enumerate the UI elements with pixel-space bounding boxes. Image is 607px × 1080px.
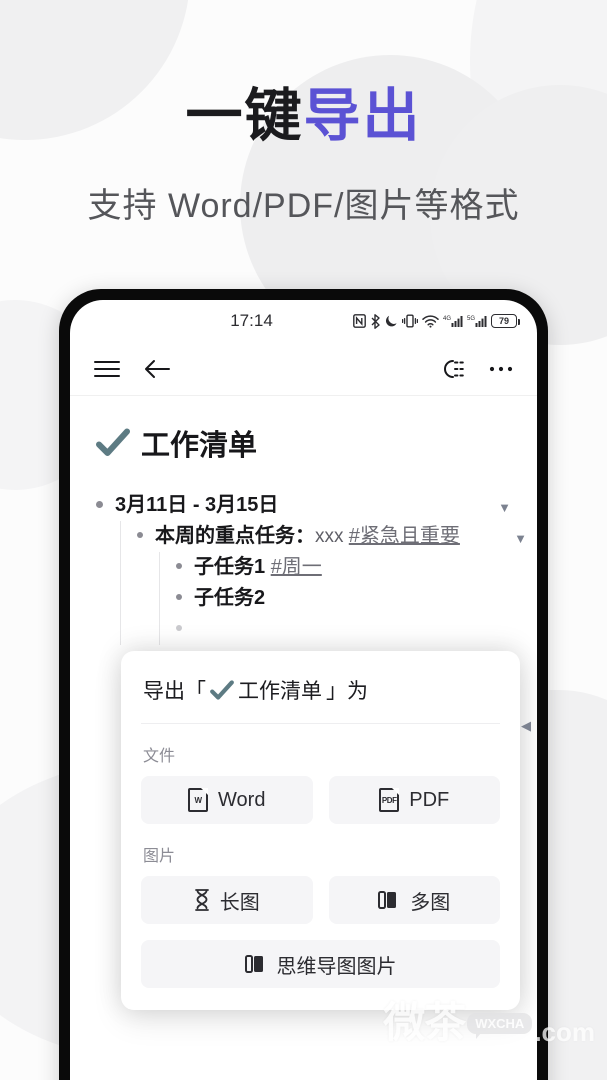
dialog-title-suffix: 」为 [326,680,368,703]
phone-screen: 17:14 4G 5G 79 工作清单 3月11日 - 3月15日 ▼ 本周的重… [70,300,537,1080]
export-mindmap-image-button[interactable]: 思维导图图片 [141,940,500,988]
do-not-disturb-moon-icon [385,315,397,327]
list-item[interactable]: 子任务1 #周一 [176,552,511,583]
section-label-files: 文件 [143,748,176,765]
status-bar-icons: 4G 5G 79 [353,313,520,329]
back-arrow-icon[interactable] [144,358,170,380]
mindmap-outline-icon[interactable] [441,358,467,380]
multi-image-icon [378,891,397,909]
pdf-icon-letters: PDF [381,795,397,805]
mindmap-image-icon [244,955,263,973]
export-long-image-button[interactable]: 长图 [141,876,313,924]
list-item: 本周的重点任务：xxx #紧急且重要 [137,521,511,552]
svg-text:4G: 4G [443,316,451,322]
image-export-buttons: 长图 多图 [141,876,500,924]
hero-subline: 支持 Word/PDF/图片等格式 [87,187,520,225]
list-item-main-text: 子任务1 [194,556,271,578]
list-item-label [194,614,200,645]
dialog-title-prefix: 导出「 [143,680,206,703]
list-bullet [96,501,103,508]
collapse-triangle-icon[interactable]: ▼ [498,500,511,515]
svg-text:5G: 5G [467,316,475,322]
dialog-title-name: 工作清单 [238,680,322,703]
list-item-hidden[interactable] [176,614,511,645]
list-item-label: 子任务2 [194,587,266,609]
expand-left-triangle-icon[interactable]: ◀ [521,718,531,734]
list-bullet [176,625,182,631]
export-multi-image-label: 多图 [410,891,451,914]
export-long-image-label: 长图 [219,891,260,914]
signal-5g-icon: 5G [467,316,487,327]
long-image-icon [194,889,209,911]
list-item: 3月11日 - 3月15日 [96,490,511,521]
export-multi-image-button[interactable]: 多图 [328,876,500,924]
list-item-label: 3月11日 - 3月15日 [115,494,279,516]
word-icon-letter: W [194,795,202,805]
check-mark-emoji [96,428,130,456]
list-item-main-text: 本周的重点任务： [155,525,315,547]
phone-mockup-frame: 17:14 4G 5G 79 工作清单 3月11日 - 3月15日 ▼ 本周的重… [59,289,548,1080]
pdf-document-icon: PDF [379,788,400,812]
note-content: 工作清单 3月11日 - 3月15日 ▼ 本周的重点任务：xxx #紧急且重要 … [70,396,537,645]
export-dialog: 导出「 工作清单 」为 文件 W Word PDF PDF 图片 长图 多图 思… [121,651,520,1010]
app-toolbar [70,342,537,396]
list-bullet [176,594,182,600]
bluetooth-icon [371,313,380,329]
status-bar: 17:14 4G 5G 79 [70,300,537,342]
list-item-label: 子任务1 #周一 [194,552,322,583]
battery-icon: 79 [491,314,520,328]
hashtag-link[interactable]: #周一 [271,556,322,578]
signal-4g-icon: 4G [443,316,463,327]
note-row[interactable]: 本周的重点任务：xxx #紧急且重要 ▼ [137,521,527,552]
hero-headline: 一键导出 [0,88,607,145]
collapse-triangle-icon[interactable]: ▼ [514,531,527,546]
list-bullet [137,532,143,538]
file-export-buttons: W Word PDF PDF [141,776,500,824]
note-title: 工作清单 [96,422,511,464]
export-word-button[interactable]: W Word [141,776,313,824]
note-row[interactable]: 3月11日 - 3月15日 ▼ [96,490,511,521]
headline-dark-part: 一键 [185,84,304,148]
status-bar-clock: 17:14 [230,311,273,330]
nfc-icon [353,314,366,328]
more-options-icon[interactable] [489,365,513,373]
export-pdf-label: PDF [409,788,450,811]
export-pdf-button[interactable]: PDF PDF [328,776,500,824]
list-item-plain-text: xxx [315,526,349,547]
vibrate-icon [402,314,418,328]
list-item[interactable]: 子任务2 [176,583,511,614]
headline-accent-part: 导出 [303,84,422,148]
check-mark-emoji [210,679,234,700]
list-item-label: 本周的重点任务：xxx #紧急且重要 [155,521,460,552]
export-dialog-title: 导出「 工作清单 」为 [141,671,500,724]
toolbar-left-group [94,358,170,380]
hamburger-menu-icon[interactable] [94,360,120,378]
battery-level-text: 79 [498,316,509,326]
toolbar-right-group [441,358,513,380]
word-document-icon: W [188,788,209,812]
export-mindmap-label: 思维导图图片 [276,955,397,978]
export-word-label: Word [218,788,266,811]
note-title-text: 工作清单 [141,430,258,462]
note-level-2: 本周的重点任务：xxx #紧急且重要 ▼ 子任务1 #周一 子任务2 [120,521,527,645]
hashtag-link[interactable]: #紧急且重要 [349,525,460,547]
section-label-images: 图片 [143,848,176,865]
wifi-icon [422,315,439,328]
note-level-3: 子任务1 #周一 子任务2 [159,552,511,645]
list-bullet [176,563,182,569]
